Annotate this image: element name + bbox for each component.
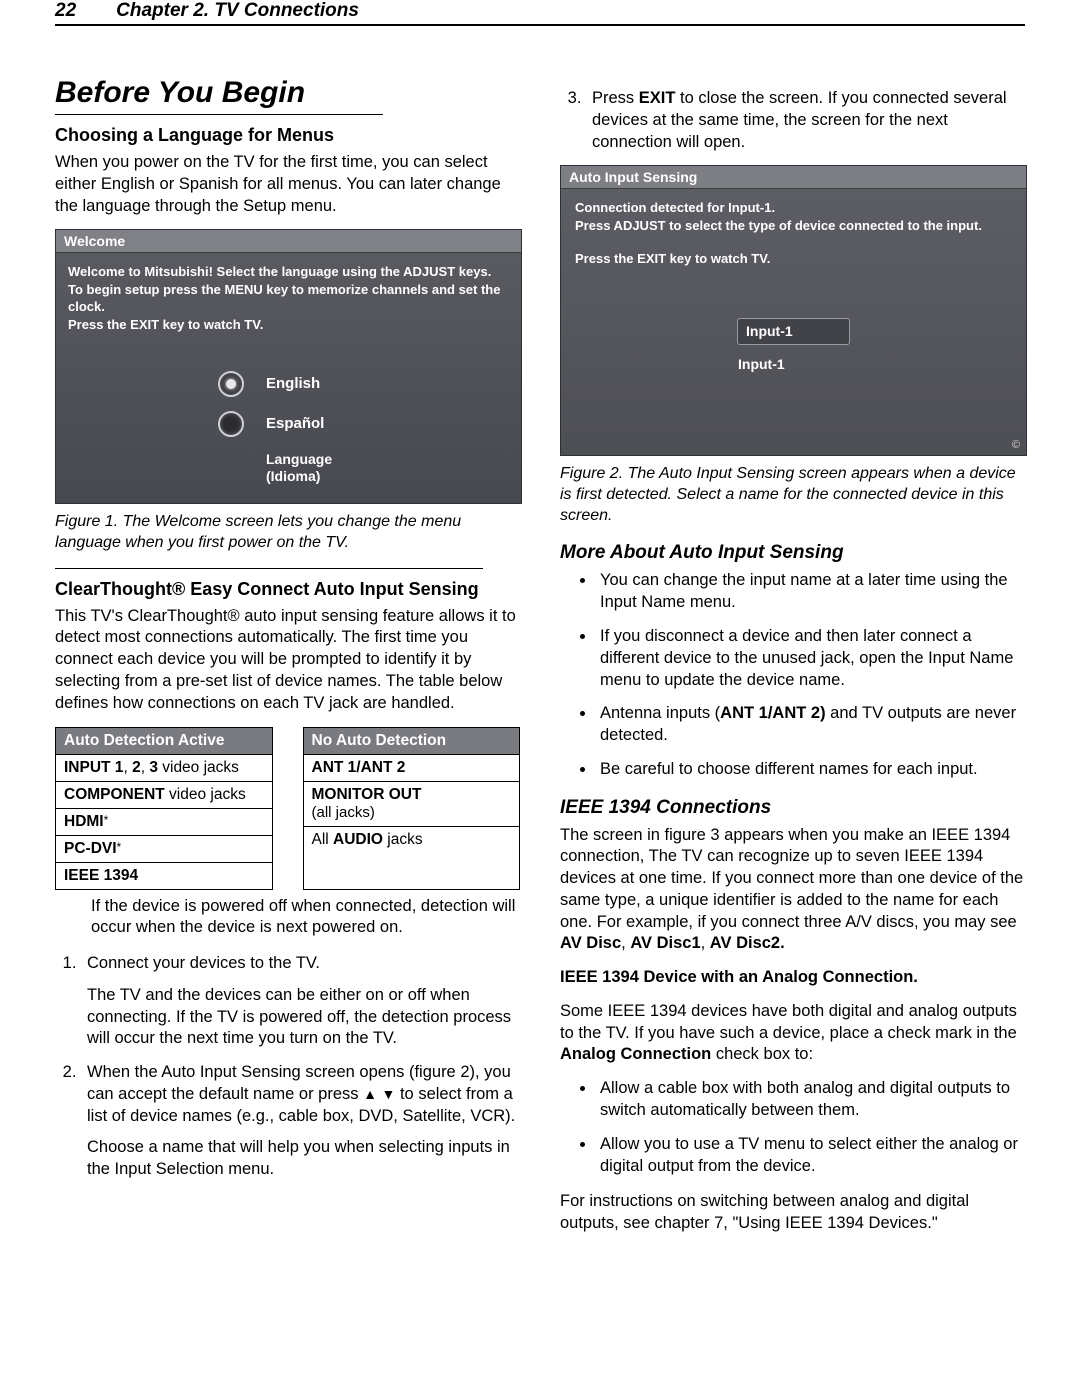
list-item: Be careful to choose different names for…	[596, 759, 1025, 781]
language-caption: Language	[266, 451, 332, 467]
input-name-field[interactable]: Input-1	[737, 318, 850, 346]
step-1: Connect your devices to the TV. The TV a…	[81, 953, 520, 1050]
corner-icon: ©	[1012, 439, 1020, 451]
table-row: COMPONENT video jacks	[56, 781, 272, 808]
language-caption-sub: (Idioma)	[266, 468, 320, 484]
page-number: 22	[55, 0, 76, 22]
subheading-analog: IEEE 1394 Device with an Analog Connecti…	[560, 967, 1025, 989]
figure-auto-input-sensing: Auto Input Sensing Connection detected f…	[560, 165, 1027, 456]
rule	[55, 114, 383, 115]
figure-welcome-screen: Welcome Welcome to Mitsubishi! Select th…	[55, 229, 522, 504]
chapter-title: Chapter 2. TV Connections	[116, 0, 359, 22]
step-3: Press EXIT to close the screen. If you c…	[586, 88, 1025, 153]
table-row: MONITOR OUT(all jacks)	[304, 781, 520, 826]
list-item: If you disconnect a device and then late…	[596, 626, 1025, 691]
radio-spanish[interactable]: Español	[218, 411, 509, 437]
radio-label: Español	[266, 414, 324, 434]
figure1-caption: Figure 1. The Welcome screen lets you ch…	[55, 512, 520, 554]
paragraph: Some IEEE 1394 devices have both digital…	[560, 1001, 1025, 1066]
list-item: Antenna inputs (ANT 1/ANT 2) and TV outp…	[596, 703, 1025, 747]
table-row: IEEE 1394	[56, 862, 272, 889]
table-row: HDMI*	[56, 808, 272, 835]
table-row: All AUDIO jacks	[304, 826, 520, 853]
table-footnote: If the device is powered off when connec…	[91, 896, 520, 940]
paragraph: For instructions on switching between an…	[560, 1191, 1025, 1235]
welcome-line: Press the EXIT key to watch TV.	[68, 316, 509, 334]
step-2: When the Auto Input Sensing screen opens…	[81, 1062, 520, 1181]
rule	[55, 568, 483, 569]
ais-titlebar: Auto Input Sensing	[561, 166, 1026, 189]
paragraph: When you power on the TV for the first t…	[55, 152, 520, 217]
ais-line: Press ADJUST to select the type of devic…	[575, 217, 1012, 235]
welcome-titlebar: Welcome	[56, 230, 521, 253]
radio-icon	[218, 411, 244, 437]
bullet-list: You can change the input name at a later…	[560, 570, 1025, 780]
section-title: Before You Begin	[55, 76, 520, 110]
ais-line: Press the EXIT key to watch TV.	[575, 250, 1012, 268]
welcome-line: Welcome to Mitsubishi! Select the langua…	[68, 263, 509, 281]
table-header: Auto Detection Active	[56, 728, 272, 754]
table-header: No Auto Detection	[304, 728, 520, 754]
subheading-language: Choosing a Language for Menus	[55, 125, 520, 146]
input-name-label: Input-1	[738, 355, 849, 375]
radio-icon	[218, 371, 244, 397]
list-item: You can change the input name at a later…	[596, 570, 1025, 614]
bullet-list: Allow a cable box with both analog and d…	[560, 1078, 1025, 1177]
table-no-auto-detection: No Auto Detection ANT 1/ANT 2 MONITOR OU…	[303, 727, 521, 890]
figure2-caption: Figure 2. The Auto Input Sensing screen …	[560, 464, 1025, 526]
subheading-ieee1394: IEEE 1394 Connections	[560, 797, 1025, 819]
subheading-clearthought: ClearThought® Easy Connect Auto Input Se…	[55, 579, 520, 600]
radio-label: English	[266, 374, 320, 394]
paragraph: This TV's ClearThought® auto input sensi…	[55, 606, 520, 715]
ais-line: Connection detected for Input-1.	[575, 199, 1012, 217]
table-row: ANT 1/ANT 2	[304, 754, 520, 781]
table-row: INPUT 1, 2, 3 video jacks	[56, 754, 272, 781]
radio-english[interactable]: English	[218, 371, 509, 397]
table-row: PC-DVI*	[56, 835, 272, 862]
paragraph: The screen in figure 3 appears when you …	[560, 825, 1025, 956]
triangle-down-icon	[382, 1085, 396, 1103]
list-item: Allow you to use a TV menu to select eit…	[596, 1134, 1025, 1178]
welcome-line: To begin setup press the MENU key to mem…	[68, 281, 509, 316]
page-header: 22 Chapter 2. TV Connections	[55, 0, 1025, 26]
triangle-up-icon	[363, 1085, 377, 1103]
list-item: Allow a cable box with both analog and d…	[596, 1078, 1025, 1122]
subheading-more-about: More About Auto Input Sensing	[560, 542, 1025, 564]
table-auto-detection-active: Auto Detection Active INPUT 1, 2, 3 vide…	[55, 727, 273, 890]
